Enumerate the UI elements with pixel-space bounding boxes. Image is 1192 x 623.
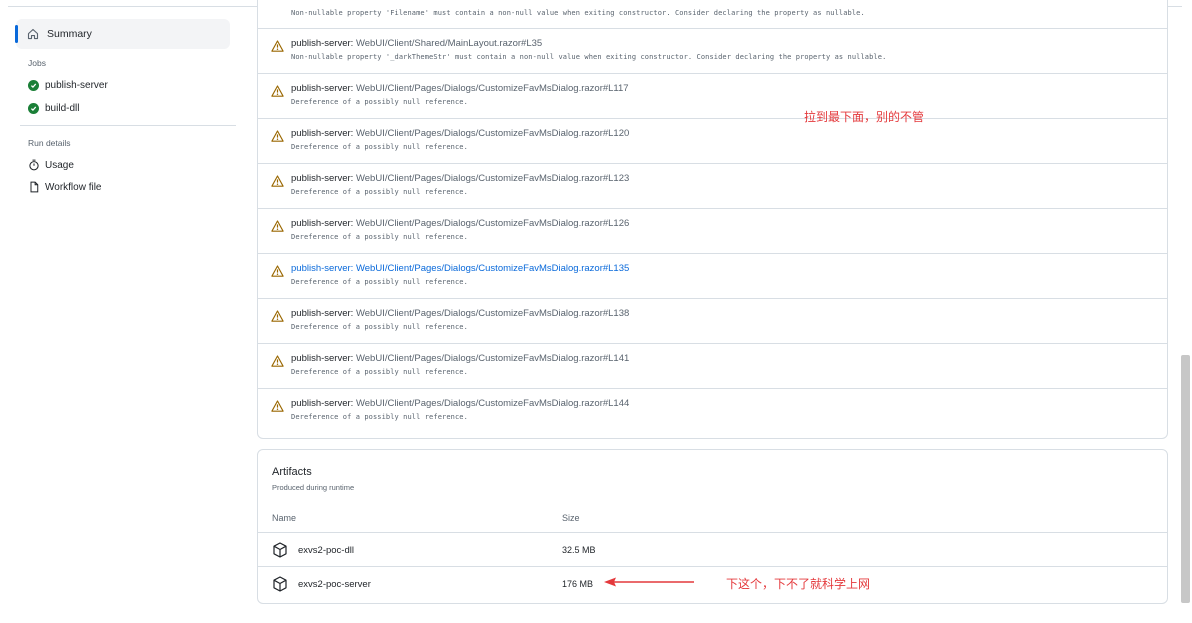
annotation-message: Dereference of a possibly null reference… — [291, 233, 468, 241]
annotation-path: WebUI/Client/Pages/Dialogs/CustomizeFavM… — [355, 218, 630, 229]
artifact-name[interactable]: exvs2-poc-dll — [298, 545, 354, 556]
annotation-title[interactable]: publish-server: WebUI/Client/Pages/Dialo… — [291, 263, 629, 274]
sidebar-item-workflow-file[interactable]: Workflow file — [28, 181, 102, 193]
warning-icon — [271, 174, 284, 187]
sidebar-job-publish-server[interactable]: publish-server — [28, 80, 108, 91]
annotation-title[interactable]: publish-server: WebUI/Client/Pages/Dialo… — [291, 83, 629, 94]
warning-icon — [271, 39, 284, 52]
annotation-path: WebUI/Client/Pages/Dialogs/CustomizeFavM… — [355, 128, 630, 139]
annotation-path: WebUI/Client/Pages/Dialogs/CustomizeFavM… — [355, 308, 630, 319]
annotation-message: Dereference of a possibly null reference… — [291, 368, 468, 376]
annotation-job: publish-server: — [291, 83, 354, 94]
annotation-message: Dereference of a possibly null reference… — [291, 188, 468, 196]
annotation-title[interactable]: publish-server: WebUI/Client/Pages/Dialo… — [291, 353, 629, 364]
run-details-section-title: Run details — [28, 138, 71, 148]
annotation-path: WebUI/Client/Pages/Dialogs/CustomizeFavM… — [355, 83, 629, 94]
jobs-section-title: Jobs — [28, 58, 46, 68]
annotation-path: WebUI/Client/Pages/Dialogs/CustomizeFavM… — [355, 173, 630, 184]
download-instruction-note: 下这个，下不了就科学上网 — [726, 577, 871, 591]
annotation-title[interactable]: publish-server: WebUI/Client/Pages/Dialo… — [291, 128, 629, 139]
file-icon — [28, 181, 40, 193]
sidebar-item-summary[interactable]: Summary — [15, 19, 230, 49]
artifact-size: 32.5 MB — [562, 545, 596, 555]
artifact-row[interactable]: exvs2-poc-dll 32.5 MB — [258, 532, 1167, 567]
annotation-title[interactable]: publish-server: WebUI/Client/Pages/Dialo… — [291, 218, 629, 229]
workflow-run-page: Summary Jobs publish-server build-dll Ru… — [0, 0, 1192, 623]
annotation-job: publish-server: — [291, 308, 354, 319]
active-indicator — [15, 25, 18, 43]
annotation-item[interactable]: publish-server: WebUI/Client/Pages/Dialo… — [258, 343, 1167, 389]
sidebar-item-label: Usage — [45, 159, 74, 171]
artifacts-title: Artifacts — [272, 466, 312, 478]
annotation-item[interactable]: publish-server: WebUI/Client/Pages/Dialo… — [258, 208, 1167, 254]
annotation-path: WebUI/Client/Pages/Dialogs/CustomizeFavM… — [355, 398, 630, 409]
artifacts-subtitle: Produced during runtime — [272, 483, 355, 492]
annotation-title[interactable]: publish-server: WebUI/Client/Shared/Main… — [291, 38, 542, 49]
artifacts-panel: Artifacts Produced during runtime Name S… — [257, 449, 1168, 604]
annotation-item[interactable]: publish-server: WebUI/Client/Pages/Dialo… — [258, 298, 1167, 344]
annotation-path: WebUI/Client/Pages/Dialogs/CustomizeFavM… — [355, 263, 630, 274]
artifact-row[interactable]: exvs2-poc-server 176 MB — [258, 566, 1167, 601]
annotation-message: Dereference of a possibly null reference… — [291, 278, 468, 286]
check-circle-icon — [28, 103, 39, 114]
annotation-job: publish-server: — [291, 218, 354, 229]
annotation-job: publish-server: — [291, 38, 354, 49]
annotation-job: publish-server: — [291, 173, 354, 184]
sidebar-item-label: Summary — [47, 28, 92, 40]
annotation-message: Non-nullable property 'Filename' must co… — [291, 9, 865, 17]
warning-icon — [271, 264, 284, 277]
red-arrow-icon — [604, 577, 694, 587]
job-label: build-dll — [45, 103, 80, 114]
artifact-size: 176 MB — [562, 579, 594, 589]
annotation-item[interactable]: publish-server: WebUI/Client/Pages/Dialo… — [258, 118, 1167, 164]
annotation-item[interactable]: publish-server: WebUI/Client/Pages/Dialo… — [258, 163, 1167, 209]
home-icon — [27, 27, 41, 41]
annotations-list: Non-nullable property 'Filename' must co… — [257, 0, 1168, 439]
annotation-item[interactable]: publish-server: WebUI/Client/Pages/Dialo… — [258, 73, 1167, 119]
annotation-title[interactable]: publish-server: WebUI/Client/Pages/Dialo… — [291, 173, 629, 184]
column-header-size: Size — [562, 513, 580, 523]
artifact-name[interactable]: exvs2-poc-server — [298, 579, 371, 590]
warning-icon — [271, 399, 284, 412]
annotation-path: WebUI/Client/Shared/MainLayout.razor#L35 — [355, 38, 543, 49]
sidebar: Summary Jobs publish-server build-dll Ru… — [8, 7, 240, 623]
annotation-job: publish-server: — [291, 263, 354, 274]
annotation-item[interactable]: publish-server: WebUI/Client/Pages/Dialo… — [258, 253, 1167, 299]
annotation-title[interactable]: publish-server: WebUI/Client/Pages/Dialo… — [291, 398, 629, 409]
package-icon — [272, 542, 288, 558]
page-scrollbar-thumb[interactable] — [1181, 355, 1190, 603]
sidebar-job-build-dll[interactable]: build-dll — [28, 103, 79, 114]
annotation-item[interactable]: publish-server: WebUI/Client/Pages/Dialo… — [258, 388, 1167, 434]
annotation-message: Non-nullable property '_darkThemeStr' mu… — [291, 53, 887, 61]
warning-icon — [271, 219, 284, 232]
annotation-message: Dereference of a possibly null reference… — [291, 323, 468, 331]
column-header-name: Name — [272, 513, 297, 523]
warning-icon — [271, 309, 284, 322]
sidebar-item-label: Workflow file — [45, 181, 102, 193]
annotation-item[interactable]: publish-server: WebUI/Client/Shared/Main… — [258, 28, 1167, 74]
annotation-job: publish-server: — [291, 398, 354, 409]
warning-icon — [271, 354, 284, 367]
warning-icon — [271, 84, 284, 97]
annotation-message: Dereference of a possibly null reference… — [291, 98, 468, 106]
annotation-message: Dereference of a possibly null reference… — [291, 413, 468, 421]
stopwatch-icon — [28, 159, 40, 171]
check-circle-icon — [28, 80, 39, 91]
package-icon — [272, 576, 288, 592]
warning-icon — [271, 129, 284, 142]
annotation-title[interactable]: publish-server: WebUI/Client/Pages/Dialo… — [291, 308, 629, 319]
sidebar-item-usage[interactable]: Usage — [28, 159, 74, 171]
scroll-instruction-note: 拉到最下面，别的不管 — [804, 110, 925, 124]
annotation-job: publish-server: — [291, 128, 354, 139]
sidebar-divider — [20, 125, 236, 126]
annotation-job: publish-server: — [291, 353, 354, 364]
job-label: publish-server — [45, 80, 108, 91]
annotation-message: Dereference of a possibly null reference… — [291, 143, 468, 151]
annotation-path: WebUI/Client/Pages/Dialogs/CustomizeFavM… — [355, 353, 630, 364]
